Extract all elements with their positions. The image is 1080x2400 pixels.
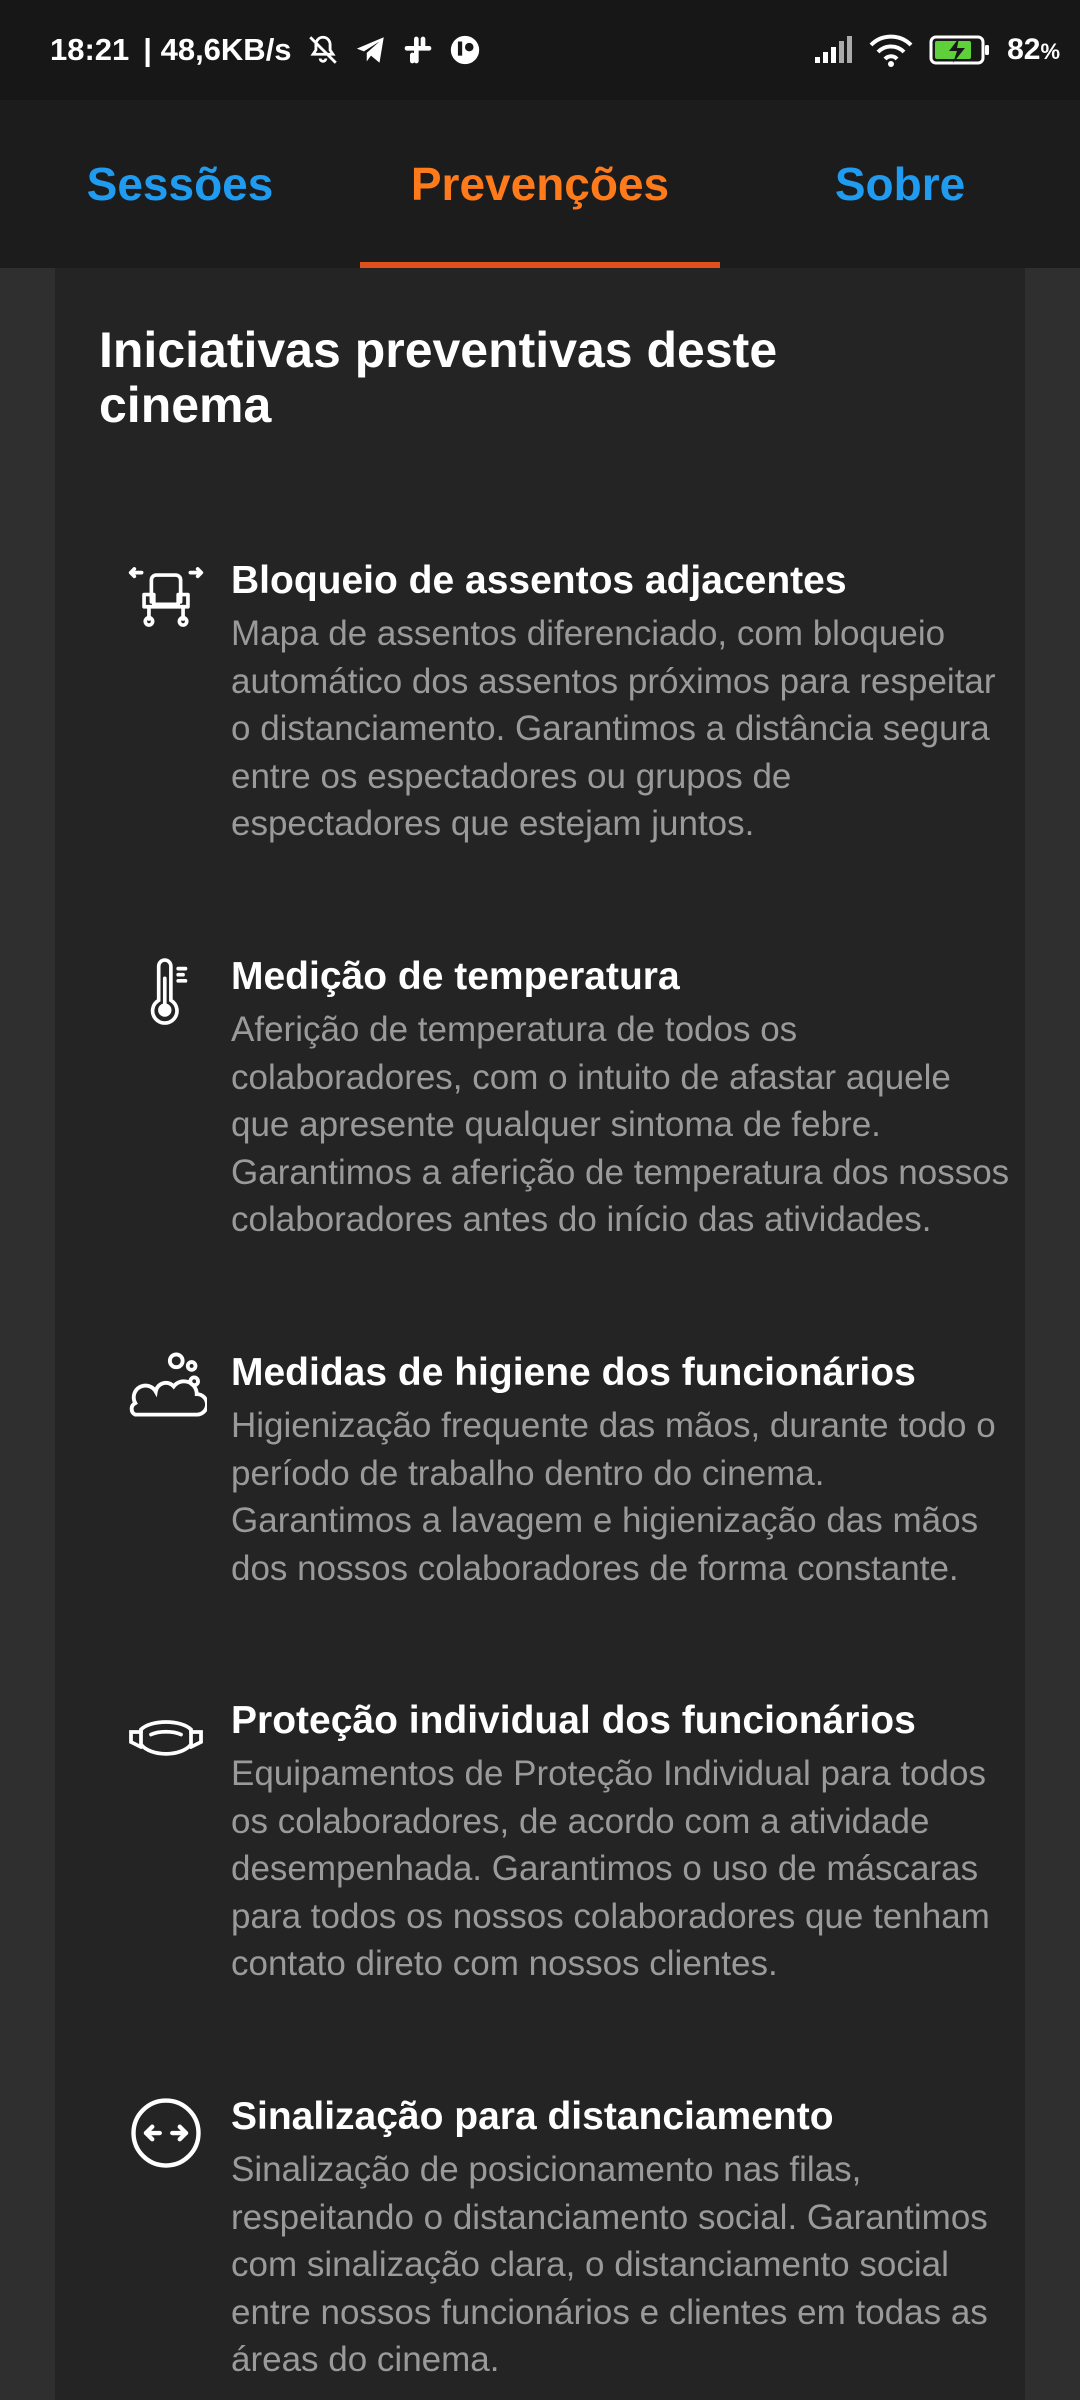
item-title: Bloqueio de assentos adjacentes — [231, 559, 847, 602]
tab-sessoes[interactable]: Sessões — [0, 100, 360, 268]
section-title: Iniciativas preventivas deste cinema — [99, 322, 778, 433]
item-description: Mapa de assentos diferenciado, com bloqu… — [231, 614, 996, 843]
item-title: Medição de temperatura — [231, 955, 680, 998]
status-bar: 18:21 | 48,6KB/s 82% — [0, 0, 1080, 100]
battery-percent: 82 — [1007, 33, 1041, 66]
battery-charging-icon — [929, 34, 991, 66]
item-description: Equipamentos de Proteção Individual para… — [231, 1754, 990, 1983]
app-notification-icon — [448, 33, 482, 67]
slack-icon — [402, 34, 434, 66]
bell-muted-icon — [306, 33, 340, 67]
tab-sobre[interactable]: Sobre — [720, 100, 1080, 268]
seat-block-icon — [125, 556, 207, 638]
item-title: Sinalização para distanciamento — [231, 2095, 834, 2138]
thermometer-icon — [125, 952, 207, 1034]
prevention-card: Iniciativas preventivas deste cinema Blo… — [55, 268, 1025, 2400]
status-right: 82% — [813, 33, 1060, 67]
soap-bubbles-icon — [125, 1348, 207, 1430]
tab-prevencoes[interactable]: Prevenções — [360, 100, 720, 268]
status-left: 18:21 | 48,6KB/s — [50, 32, 482, 68]
signal-icon — [813, 35, 853, 65]
wifi-icon — [869, 33, 913, 67]
telegram-icon — [354, 33, 388, 67]
item-description: Higienização frequente das mãos, durante… — [231, 1406, 996, 1588]
tab-bar: Sessões Prevenções Sobre — [0, 100, 1080, 268]
network-speed: | 48,6KB/s — [143, 32, 292, 67]
item-title: Proteção individual dos funcionários — [231, 1699, 916, 1742]
distance-arrows-icon — [125, 2092, 207, 2174]
item-description: Aferição de temperatura de todos os cola… — [231, 1010, 1010, 1239]
status-time: 18:21 — [50, 32, 130, 67]
item-description: Sinalização de posicionamento nas filas,… — [231, 2150, 988, 2379]
item-title: Medidas de higiene dos funcionários — [231, 1351, 916, 1394]
battery-percent-symbol: % — [1040, 39, 1060, 64]
face-mask-icon — [125, 1696, 207, 1778]
